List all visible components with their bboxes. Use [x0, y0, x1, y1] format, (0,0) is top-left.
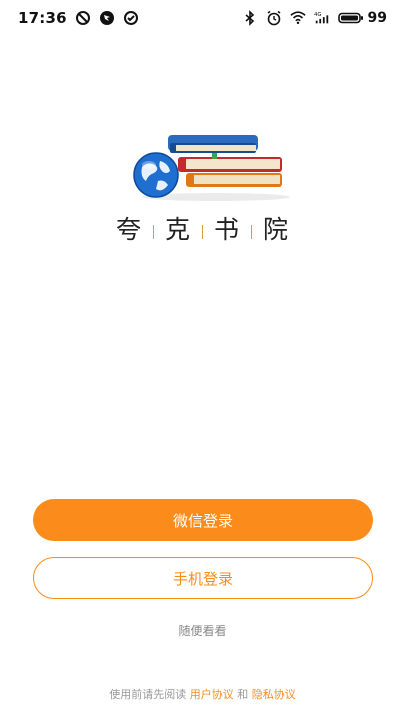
books-globe-logo [124, 125, 292, 203]
user-agreement-link[interactable]: 用户协议 [190, 688, 234, 701]
app-name: 夸 克 书 院 [0, 210, 405, 246]
status-bar: 17:36 4G 99 [0, 0, 405, 36]
do-not-disturb-icon [75, 10, 91, 26]
privacy-policy-link[interactable]: 隐私协议 [252, 688, 296, 701]
agreement-notice: 使用前请先阅读 用户协议 和 隐私协议 [0, 686, 405, 702]
agreement-prefix: 使用前请先阅读 [109, 688, 187, 701]
wifi-icon [289, 10, 306, 26]
battery-level: 99 [367, 10, 387, 26]
status-time: 17:36 [18, 9, 67, 27]
status-left: 17:36 [18, 9, 139, 27]
4g-signal-icon: 4G [314, 10, 330, 26]
phone-login-button[interactable]: 手机登录 [33, 557, 373, 599]
app-name-char: 夸 [115, 215, 142, 244]
bluetooth-icon [242, 10, 258, 26]
status-right: 4G 99 [242, 10, 387, 26]
agreement-and: 和 [237, 688, 249, 701]
app-name-char: 克 [164, 215, 191, 244]
battery: 99 [337, 10, 387, 26]
alarm-icon [266, 10, 282, 26]
app-name-char: 书 [214, 215, 241, 244]
app-name-char: 院 [263, 215, 290, 244]
battery-icon [337, 10, 364, 26]
wechat-login-button[interactable]: 微信登录 [33, 499, 373, 541]
vpn-icon [99, 10, 115, 26]
check-circle-icon [123, 10, 139, 26]
browse-as-guest-link[interactable]: 随便看看 [0, 622, 405, 639]
svg-text:4G: 4G [314, 12, 322, 18]
